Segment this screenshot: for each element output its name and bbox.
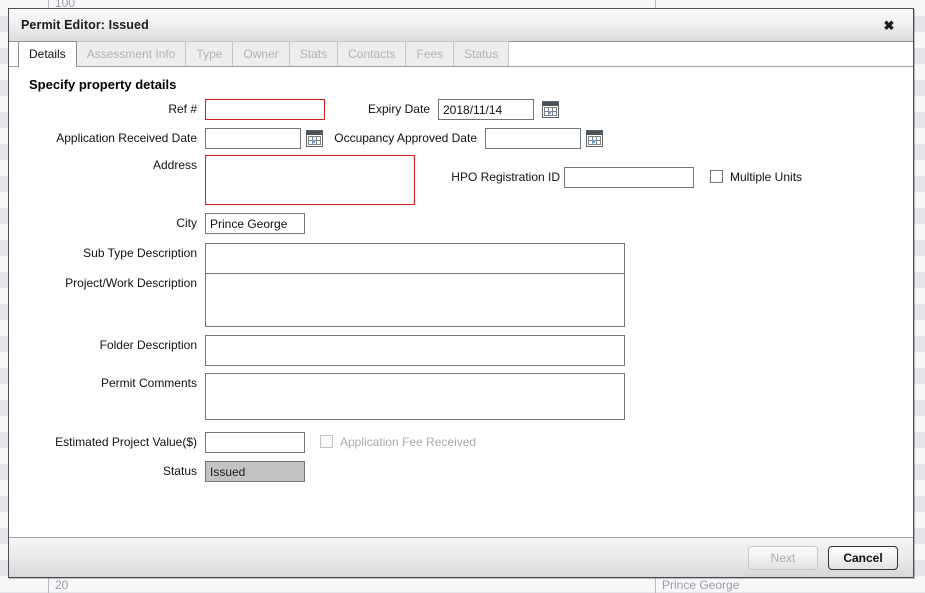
dialog-title: Permit Editor: Issued [21,18,149,32]
sub-type-description-input[interactable] [205,243,625,274]
tab-fees: Fees [405,41,455,66]
label-ref-no: Ref # [168,102,197,116]
multiple-units-checkbox[interactable] [710,170,723,183]
tab-owner: Owner [232,41,290,66]
status-input [205,461,305,482]
project-work-description-input[interactable] [205,273,625,327]
label-application-fee-received: Application Fee Received [340,435,477,449]
label-address: Address [152,158,197,172]
hpo-registration-id-input[interactable] [564,167,694,188]
address-input[interactable] [205,155,415,205]
label-city: City [176,216,197,230]
background-cell-value: 20 [55,578,69,592]
dialog-titlebar: Permit Editor: Issued ✖ [9,9,913,42]
ref-no-input[interactable] [205,99,325,120]
cancel-button[interactable]: Cancel [828,545,898,570]
application-received-date-input[interactable] [205,128,301,149]
label-hpo-registration-id: HPO Registration ID [451,170,560,184]
permit-comments-input[interactable] [205,373,625,420]
next-button: Next [748,545,818,570]
calendar-icon[interactable] [542,101,559,118]
folder-description-input[interactable] [205,335,625,366]
expiry-date-input[interactable] [438,99,534,120]
label-sub-type-description: Sub Type Description [83,246,197,260]
city-input[interactable] [205,213,305,234]
close-icon[interactable]: ✖ [881,17,897,33]
tab-contacts: Contacts [337,41,407,66]
label-status: Status [162,464,197,478]
tab-details[interactable]: Details [18,41,77,67]
tab-stats: Stats [288,41,339,66]
tab-assessment-info: Assessment Info [75,41,187,66]
estimated-project-value-input[interactable] [205,432,305,453]
label-folder-description: Folder Description [99,338,197,352]
application-fee-received-checkbox [320,435,333,448]
label-project-work-description: Project/Work Description [65,276,197,290]
label-estimated-project-value: Estimated Project Value($) [55,435,197,449]
label-permit-comments: Permit Comments [100,376,197,390]
section-title: Specify property details [29,77,177,92]
details-form: Specify property details Ref # Expiry Da… [9,67,913,537]
label-application-received-date: Application Received Date [56,131,197,145]
tab-bar: Details Assessment Info Type Owner Stats… [9,41,913,67]
calendar-icon[interactable] [586,130,603,147]
label-multiple-units: Multiple Units [730,170,803,184]
label-expiry-date: Expiry Date [367,102,430,116]
calendar-icon[interactable] [306,130,323,147]
label-occupancy-approved-date: Occupancy Approved Date [334,131,477,145]
occupancy-approved-date-input[interactable] [485,128,581,149]
dialog-footer: Next Cancel [9,537,913,577]
tab-type: Type [185,41,234,66]
background-cell-value: Prince George [662,578,740,592]
tab-status: Status [453,41,510,66]
permit-editor-dialog: Permit Editor: Issued ✖ Details Assessme… [8,8,914,578]
